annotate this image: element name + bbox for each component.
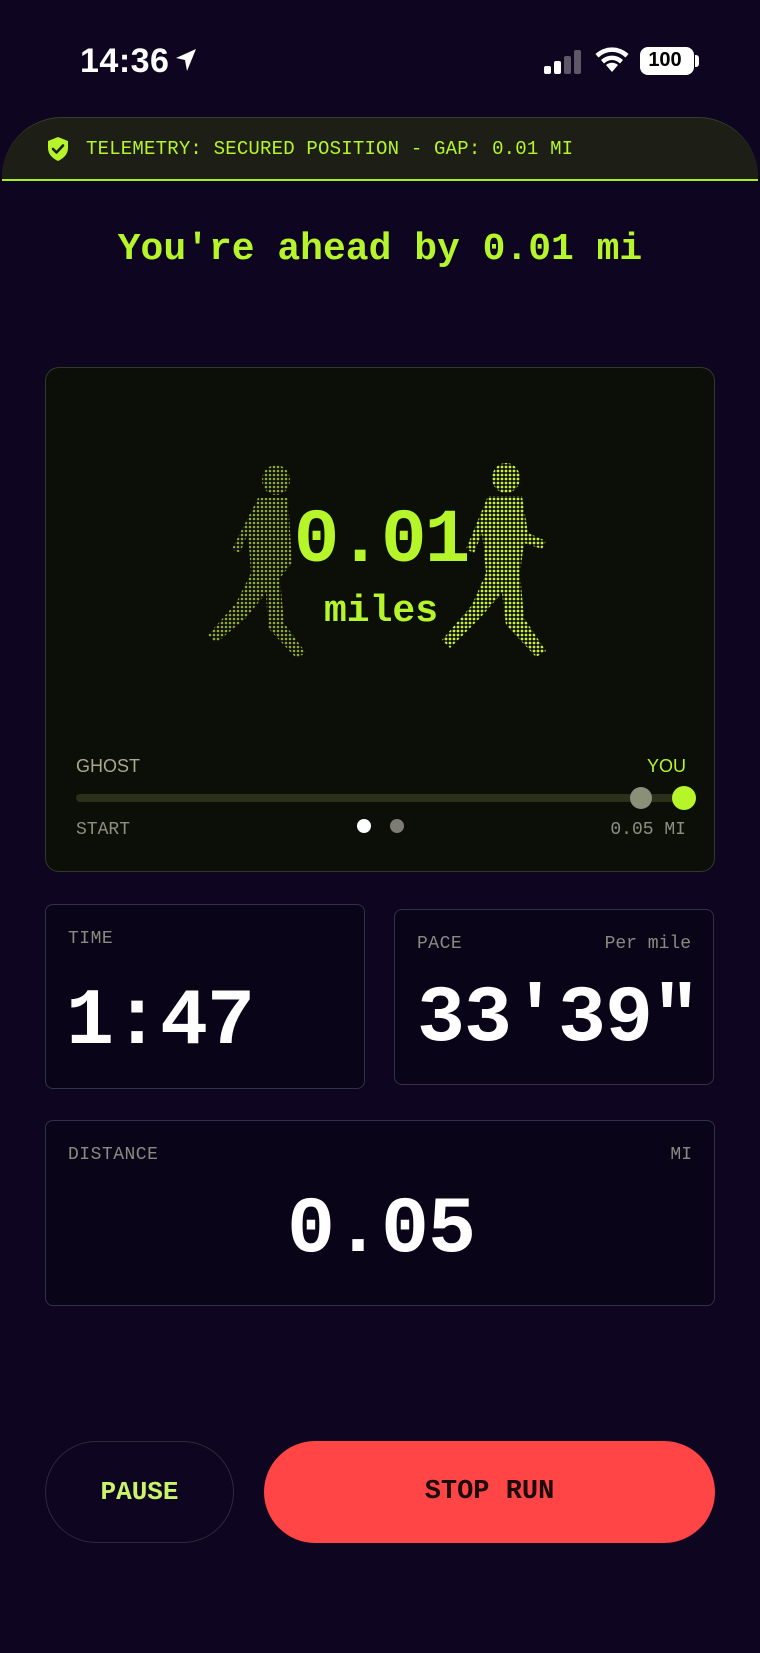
shield-check-icon bbox=[48, 137, 68, 161]
telemetry-banner: TELEMETRY: SECURED POSITION - GAP: 0.01 … bbox=[2, 117, 758, 181]
you-label: YOU bbox=[646, 756, 686, 776]
pace-value: 33'39" bbox=[417, 974, 700, 1065]
ghost-position-marker bbox=[630, 787, 652, 809]
time-card: TIME 1:47 bbox=[45, 904, 365, 1089]
battery-nub bbox=[695, 55, 699, 67]
gap-unit: miles bbox=[323, 590, 439, 633]
page-indicator-dot-1[interactable] bbox=[357, 819, 371, 833]
headline: You're ahead by 0.01 mi bbox=[117, 228, 643, 271]
you-position-marker bbox=[672, 786, 696, 810]
page-indicator-dot-2[interactable] bbox=[390, 819, 404, 833]
pause-button[interactable]: PAUSE bbox=[45, 1441, 234, 1543]
battery-level: 100 bbox=[648, 49, 682, 71]
status-time: 14:36 bbox=[80, 42, 170, 80]
time-value: 1:47 bbox=[66, 977, 255, 1068]
cellular-signal-icon bbox=[544, 50, 581, 74]
pace-card: PACE Per mile 33'39" bbox=[394, 909, 714, 1085]
battery-icon: 100 bbox=[640, 47, 694, 75]
distance-value: 0.05 bbox=[286, 1185, 476, 1276]
progress-track bbox=[76, 794, 696, 802]
ghost-label: GHOST bbox=[76, 756, 141, 776]
distance-unit: MI bbox=[670, 1145, 692, 1165]
gap-value: 0.01 bbox=[293, 498, 470, 584]
distance-card: DISTANCE MI 0.05 bbox=[45, 1120, 715, 1306]
time-label: TIME bbox=[68, 929, 114, 949]
telemetry-text: TELEMETRY: SECURED POSITION - GAP: 0.01 … bbox=[86, 138, 574, 160]
status-bar: 14:36 100 bbox=[0, 0, 760, 110]
ghost-race-card[interactable]: 0.01 miles GHOST YOU START 0.05 MI bbox=[45, 367, 715, 872]
pace-unit: Per mile bbox=[604, 934, 691, 954]
stop-run-button[interactable]: STOP RUN bbox=[264, 1441, 715, 1543]
pace-label: PACE bbox=[417, 934, 463, 954]
distance-label: DISTANCE bbox=[68, 1145, 159, 1165]
wifi-icon bbox=[595, 47, 629, 72]
location-arrow-icon bbox=[176, 49, 196, 71]
end-distance-label: 0.05 MI bbox=[610, 820, 686, 840]
start-label: START bbox=[76, 820, 131, 840]
